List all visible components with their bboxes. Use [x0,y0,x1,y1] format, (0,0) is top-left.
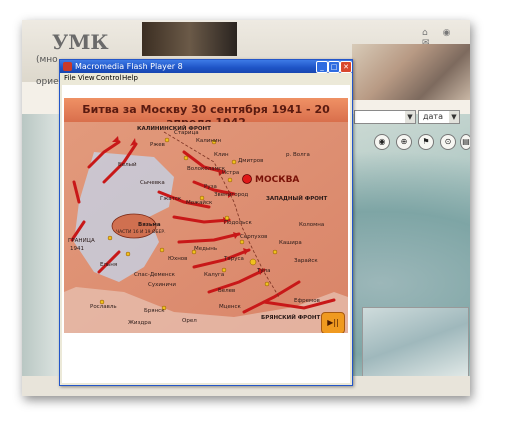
flash-app-icon [63,62,72,71]
label-bely: Белый [118,162,137,168]
chevron-down-icon[interactable]: ▼ [449,111,459,123]
header-portraits-image [142,22,237,56]
label-bryansk-front: БРЯНСКИЙ ФРОНТ [261,315,321,321]
label-belev: Белев [218,288,236,294]
label-bryansk: Брянск [144,308,165,314]
label-kalinin: Калинин [196,138,222,144]
city-label-moscow: МОСКВА [255,175,300,185]
flash-content: Битва за Москву 30 сентября 1941 - 20 ап… [62,85,350,383]
label-klin: Клин [214,152,229,158]
label-tarusa: Тарусa [224,256,244,262]
maximize-button[interactable]: □ [328,61,340,73]
label-year: 1941 [70,246,84,252]
region-select[interactable]: ▼ [354,110,416,124]
chevron-down-icon[interactable]: ▼ [405,111,415,123]
label-zhizdra: Жиздра [128,320,152,326]
label-podolsk: Подольск [224,220,252,226]
label-kaluga: Калуга [204,272,225,278]
label-rzhev: Ржев [150,142,165,148]
label-volokolamsk: Волоколамск [187,166,226,172]
label-mozhaysk: Можайск [186,200,213,206]
flash-window-title: Macromedia Flash Player 8 [75,62,183,71]
label-dmitrov: Дмитров [238,158,264,164]
flash-player-window: Macromedia Flash Player 8 _ □ ✕ File Vie… [59,59,353,386]
label-mtsensk: Мценск [219,304,241,310]
flash-menubar: File View Control Help [60,73,352,84]
date-select[interactable]: дата ▼ [418,110,460,124]
label-army-note: ЧАСТИ 16 И 19 ОБЕР. [116,230,166,235]
label-istra: Истра [222,170,240,176]
app-title: УМК [52,30,109,54]
minimize-button[interactable]: _ [316,61,328,73]
flag-icon[interactable]: ⚑ [418,134,434,150]
label-serpukhov: Серпухов [240,234,268,240]
label-vyazma: Вязьма [138,222,161,228]
app-subtitle-1: (мно [36,55,58,65]
label-yukhnov: Юхнов [168,256,188,262]
moscow-marker [242,174,252,184]
map-title-bar: Битва за Москву 30 сентября 1941 - 20 ап… [64,98,348,129]
label-ruza: Руза [204,184,217,190]
left-sidebar [22,114,62,396]
label-efremov: Ефремов [294,298,320,304]
mini-map[interactable] [362,307,469,377]
menu-file[interactable]: File [64,74,76,83]
right-panel: ▼ дата ▼ ◉ ⊕ ⚑ ⊙ ▤ [352,104,470,396]
label-sukhinichi: Сухиничи [148,282,176,288]
label-border: ГРАНИЦА [68,238,95,244]
label-orel: Орел [182,318,197,324]
list-icon[interactable]: ▤ [460,134,470,150]
label-tula: Тула [257,268,271,274]
label-volga: р. Волга [286,152,310,158]
label-roslavl: Рославль [90,304,117,310]
label-kolomna: Коломна [299,222,325,228]
menu-control[interactable]: Control [96,74,121,83]
label-medyn: Медынь [194,246,218,252]
flash-titlebar[interactable]: Macromedia Flash Player 8 _ □ ✕ [60,60,352,73]
globe-icon[interactable]: ⊕ [396,134,412,150]
date-select-value: дата [423,112,443,121]
header-painting-image [352,44,470,100]
close-button[interactable]: ✕ [340,61,352,73]
menu-help[interactable]: Help [122,74,138,83]
label-zvenigorod: Звенигород [214,192,249,198]
label-zaraysk: Зарайск [294,258,318,264]
battle-map[interactable]: МОСКВА КАЛИНИНСКИЙ ФРОНТ ЗАПАДНЫЙ ФРОНТ … [64,122,348,333]
label-staritsa: Старица [174,130,199,136]
label-sychevka: Сычевка [140,180,165,186]
compass-icon[interactable]: ◉ [374,134,390,150]
menu-view[interactable]: View [78,74,95,83]
label-gzhatsk: Гжатск [160,196,182,202]
play-pause-button[interactable]: ▶|| [321,312,345,333]
label-yelnya: Ельня [100,262,118,268]
label-spas-demensk: Спас-Деменск [134,272,175,278]
label-western-front: ЗАПАДНЫЙ ФРОНТ [266,196,328,202]
label-kashira: Кашира [279,240,302,246]
target-icon[interactable]: ⊙ [440,134,456,150]
flash-stage[interactable]: Битва за Москву 30 сентября 1941 - 20 ап… [64,98,348,333]
